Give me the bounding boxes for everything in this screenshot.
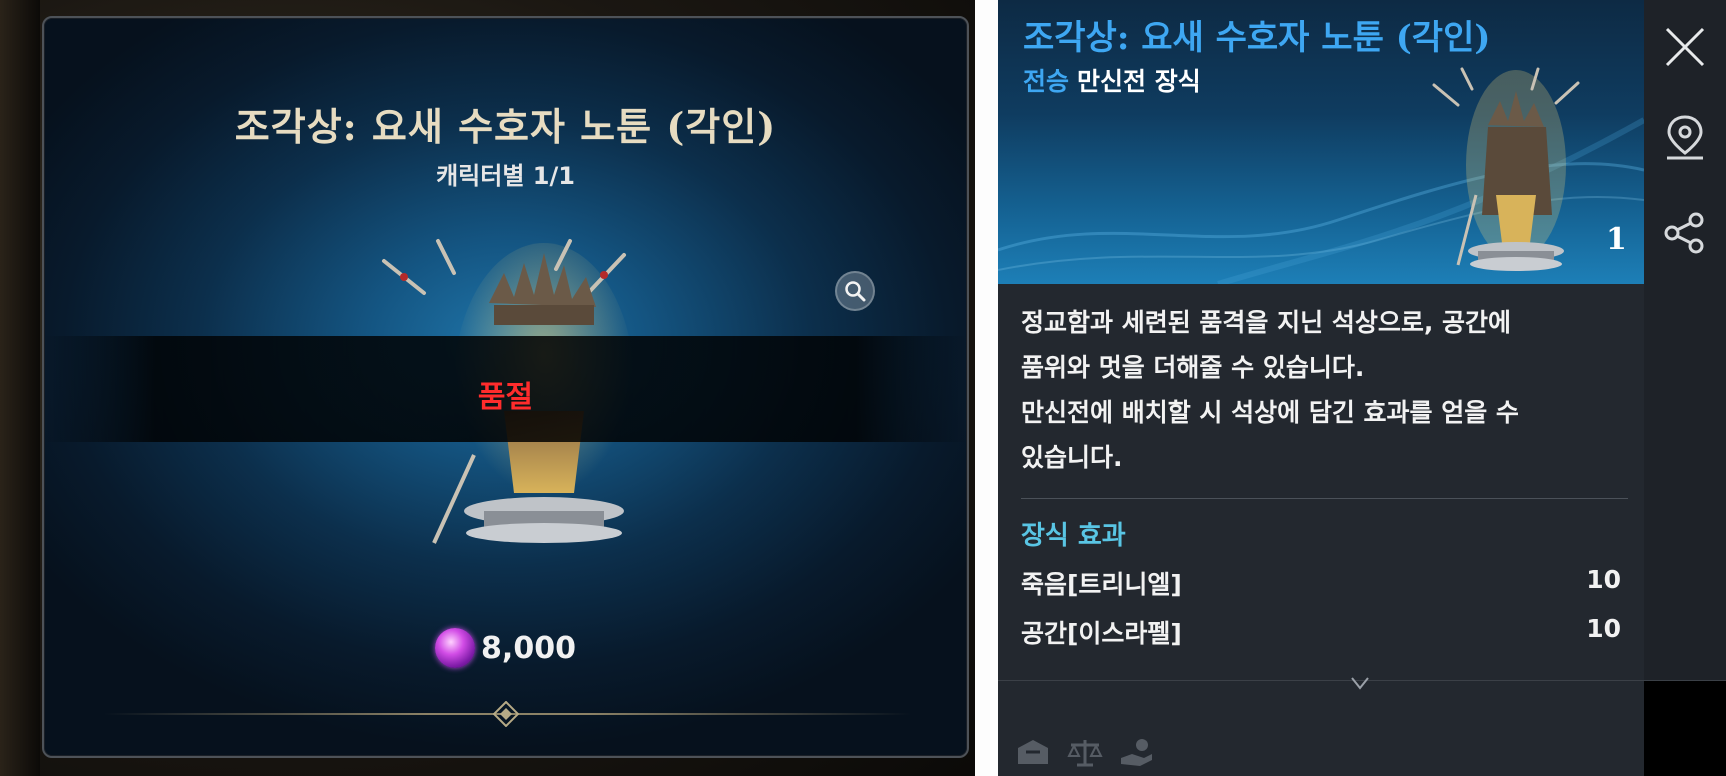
description-line: 정교함과 세련된 품격을 지닌 석상으로, 공간에 bbox=[1021, 308, 1512, 337]
item-category: 만신전 장식 bbox=[1077, 67, 1201, 96]
locate-button[interactable] bbox=[1660, 112, 1710, 162]
effect-row: 공간[이스라펠] 10 bbox=[1021, 614, 1621, 650]
item-title: 조각상: 요새 수호자 노툰 (각인) bbox=[234, 104, 777, 149]
description-line: 품위와 멋을 더해줄 수 있습니다. bbox=[1021, 353, 1365, 382]
effect-name: 죽음[트리니엘] bbox=[1021, 570, 1182, 599]
storage-box-icon bbox=[1018, 740, 1048, 764]
description-line: 있습니다. bbox=[1021, 443, 1123, 472]
purple-gem-icon bbox=[435, 628, 476, 668]
purchase-limit: 캐릭터별 1/1 bbox=[436, 162, 575, 190]
statue-thumbnail bbox=[1432, 67, 1580, 271]
effect-heading: 장식 효과 bbox=[1021, 521, 1126, 551]
expand-caret-icon[interactable] bbox=[1350, 676, 1370, 690]
price-value: 8,000 bbox=[481, 630, 576, 666]
tooltip-header: 조각상: 요새 수호자 노툰 (각인) 전승 만신전 장식 1 bbox=[998, 0, 1644, 284]
shop-item-card[interactable]: 조각상: 요새 수호자 노툰 (각인) 캐릭터별 1/1 품절 8,000 bbox=[42, 16, 969, 758]
tooltip-title: 조각상: 요새 수호자 노툰 (각인) bbox=[1023, 18, 1491, 58]
item-quantity: 1 bbox=[1606, 222, 1627, 257]
sold-out-overlay: 품절 bbox=[44, 336, 967, 442]
price: 8,000 bbox=[44, 628, 967, 668]
diamond-ornament-icon bbox=[493, 701, 519, 727]
sold-out-label: 품절 bbox=[477, 380, 534, 415]
section-divider bbox=[1021, 498, 1628, 499]
effect-name: 공간[이스라펠] bbox=[1021, 619, 1182, 648]
panel-gap bbox=[975, 0, 998, 776]
tooltip-subtitle: 전승 만신전 장식 bbox=[1023, 62, 1201, 98]
effect-value: 10 bbox=[1586, 614, 1621, 643]
close-button[interactable] bbox=[1660, 22, 1710, 72]
share-icon bbox=[1664, 212, 1704, 254]
scale-icon bbox=[1067, 740, 1103, 767]
hand-coin-icon bbox=[1121, 739, 1152, 766]
map-pin-icon bbox=[1667, 115, 1703, 160]
share-button[interactable] bbox=[1660, 208, 1710, 258]
description-line: 만신전에 배치할 시 석상에 담긴 효과를 얻을 수 bbox=[1021, 398, 1519, 427]
item-tooltip-panel: 조각상: 요새 수호자 노툰 (각인) 전승 만신전 장식 1 정교함과 세련된 … bbox=[998, 0, 1726, 776]
item-description: 정교함과 세련된 품격을 지닌 석상으로, 공간에 품위와 멋을 더해줄 수 있… bbox=[1021, 300, 1631, 480]
magnifier-icon bbox=[845, 281, 866, 302]
close-icon bbox=[1665, 27, 1705, 67]
effect-value: 10 bbox=[1586, 565, 1621, 594]
zoom-button[interactable] bbox=[835, 271, 875, 311]
tooltip-action-column bbox=[1644, 0, 1726, 680]
effect-row: 죽음[트리니엘] 10 bbox=[1021, 565, 1621, 601]
item-grade: 전승 bbox=[1023, 67, 1070, 96]
footer-icon-row bbox=[1014, 736, 1156, 770]
